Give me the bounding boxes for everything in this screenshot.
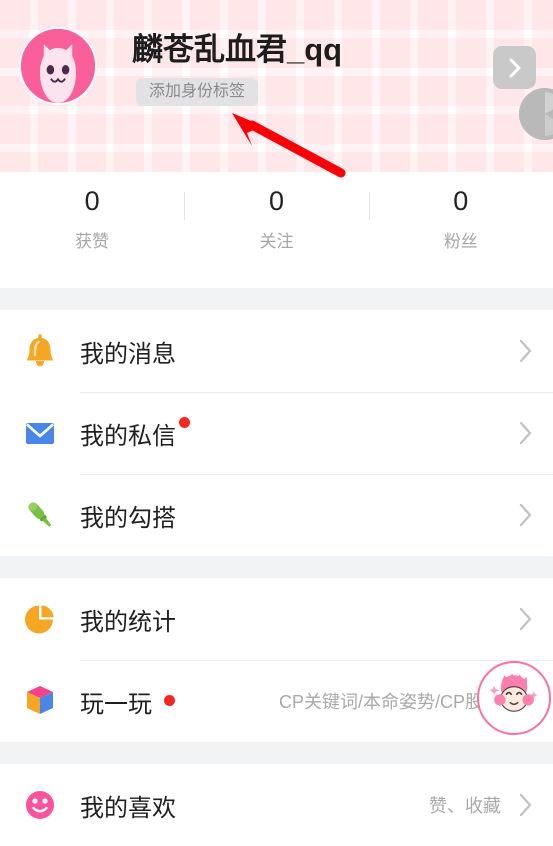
- stat-likes[interactable]: 0 获赞: [0, 172, 184, 252]
- label-text: 玩一玩: [80, 690, 152, 718]
- list-item-my-private-messages[interactable]: 我的私信: [0, 392, 553, 474]
- list-item-label: 我的统计: [80, 602, 176, 637]
- stat-label: 关注: [259, 232, 294, 251]
- identity-tag-button[interactable]: 添加身份标签: [136, 78, 259, 106]
- list-item-my-statistics[interactable]: 我的统计: [0, 578, 553, 660]
- next-button[interactable]: [493, 46, 536, 89]
- menu-group-messages: 我的消息 我的私信 我的勾搭: [0, 310, 553, 556]
- label-text: 我的私信: [80, 422, 176, 450]
- list-item-label: 我的消息: [80, 334, 176, 369]
- partial-gray-disc-icon: [519, 88, 553, 140]
- list-item-my-likes[interactable]: 我的喜欢 赞、收藏: [0, 764, 553, 846]
- chevron-right-icon: [513, 606, 533, 632]
- pie-chart-icon: [20, 596, 66, 642]
- stat-fans[interactable]: 0 粉丝: [368, 172, 553, 252]
- envelope-icon: [20, 410, 66, 456]
- chevron-right-icon: [508, 57, 522, 79]
- label-text: 我的喜欢: [80, 794, 176, 822]
- cat-avatar-icon: [21, 29, 95, 103]
- stat-label: 粉丝: [443, 232, 478, 251]
- list-item-label: 我的喜欢: [80, 788, 176, 823]
- list-item-subtitle: 赞、收藏: [429, 796, 501, 816]
- chevron-right-icon: [513, 420, 533, 446]
- stat-following[interactable]: 0 关注: [184, 172, 368, 252]
- section-divider: [0, 556, 553, 578]
- microphone-icon: [20, 492, 66, 538]
- display-name: 麟苍乱血君_qq: [132, 32, 343, 67]
- list-item-label: 我的私信: [80, 416, 190, 451]
- list-item-my-messages[interactable]: 我的消息: [0, 310, 553, 392]
- chevron-right-icon: [513, 338, 533, 364]
- list-item-my-flirts[interactable]: 我的勾搭: [0, 474, 553, 556]
- menu-group-favorites: 我的喜欢 赞、收藏: [0, 764, 553, 846]
- chevron-right-icon: [513, 502, 533, 528]
- cube-icon: [20, 678, 66, 724]
- bell-icon: [20, 328, 66, 374]
- stat-value: 0: [453, 186, 469, 216]
- stat-value: 0: [268, 186, 284, 216]
- mascot-avatar-icon: [479, 663, 549, 733]
- profile-header: 麟苍乱血君_qq 添加身份标签: [0, 0, 553, 172]
- label-text: 我的统计: [80, 608, 176, 636]
- menu-group-activities: 我的统计 玩一玩 CP关键词/本命姿势/CP股市: [0, 578, 553, 742]
- list-item-play[interactable]: 玩一玩 CP关键词/本命姿势/CP股市: [0, 660, 553, 742]
- chevron-right-icon: [513, 792, 533, 818]
- new-badge-dot: [164, 694, 175, 706]
- stats-row: 0 获赞 0 关注 0 粉丝: [0, 172, 553, 288]
- label-text: 我的勾搭: [80, 504, 176, 532]
- avatar[interactable]: [19, 27, 97, 105]
- unread-badge-dot: [179, 416, 190, 428]
- section-divider: [0, 742, 553, 764]
- label-text: 我的消息: [80, 340, 176, 368]
- section-divider: [0, 288, 553, 310]
- list-item-label: 我的勾搭: [80, 498, 176, 533]
- smiley-icon: [20, 782, 66, 828]
- floating-mascot-button[interactable]: [477, 661, 551, 735]
- stat-value: 0: [84, 186, 100, 216]
- edge-widget[interactable]: [519, 88, 553, 140]
- list-item-label: 玩一玩: [80, 684, 175, 719]
- stat-label: 获赞: [75, 232, 110, 251]
- list-item-subtitle: CP关键词/本命姿势/CP股市: [278, 692, 501, 712]
